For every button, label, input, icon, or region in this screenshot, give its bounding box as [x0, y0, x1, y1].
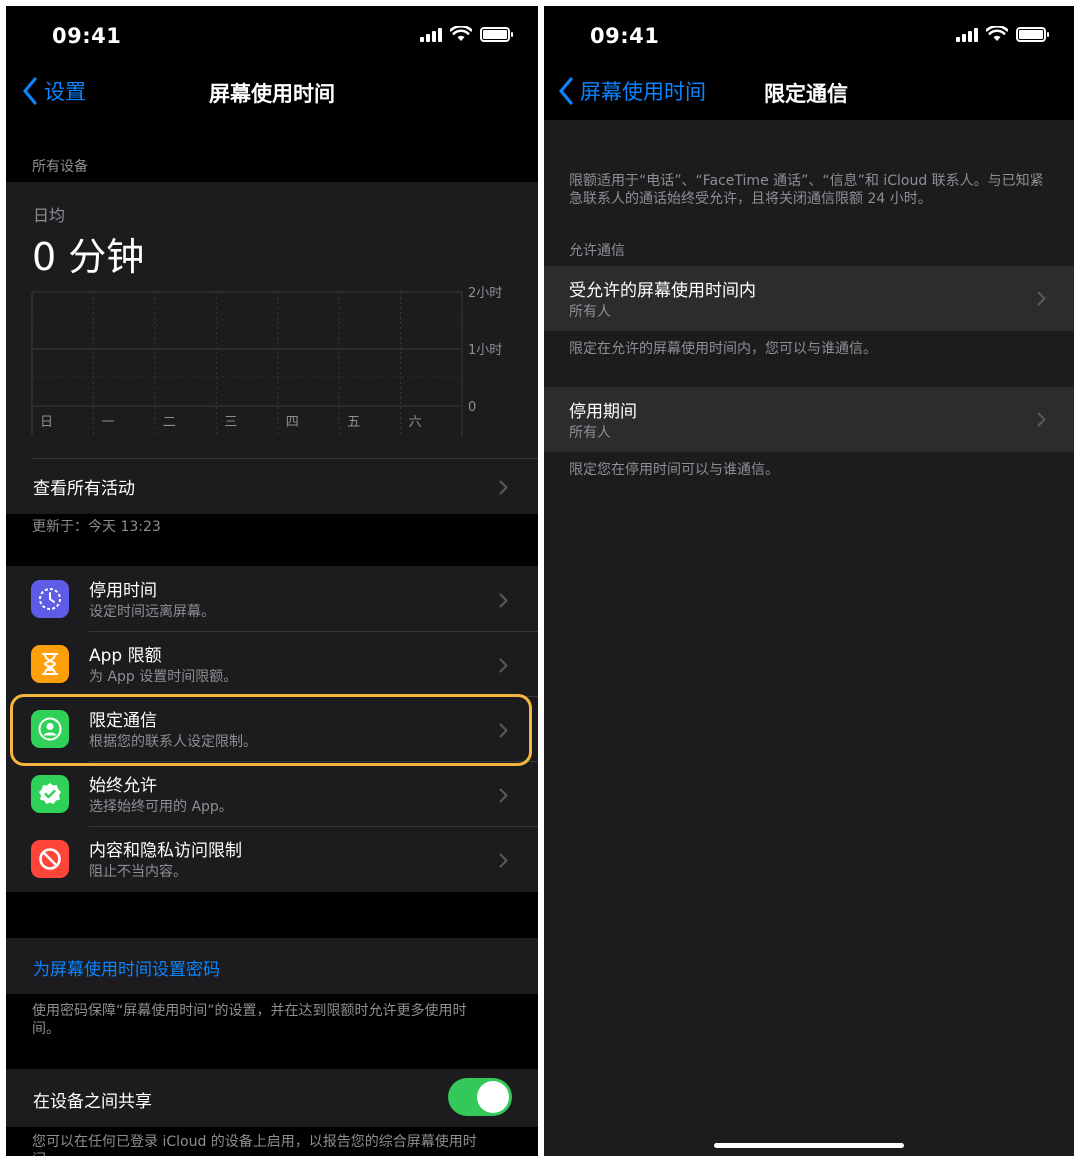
list-item-always-allowed[interactable]: 始终允许 选择始终可用的 App。: [6, 761, 538, 826]
weekly-usage-chart: 2小时 1小时 0 日 一 二 三 四 五 六: [31, 286, 502, 436]
chart-y-tick-label: 1小时: [468, 343, 502, 358]
status-time: 09:41: [52, 24, 122, 48]
status-bar: 09:41: [6, 6, 538, 68]
item-subtitle: 为 App 设置时间限额。: [89, 669, 238, 685]
share-footer: 您可以在任何已登录 iCloud 的设备上启用，以报告您的综合屏幕使用时间。: [32, 1134, 477, 1156]
highlight-frame: [10, 694, 532, 766]
share-across-devices-row: 在设备之间共享: [6, 1069, 538, 1127]
item-subtitle: 阻止不当内容。: [89, 864, 187, 880]
during-screen-time-footer: 限定在允许的屏幕使用时间内，您可以与谁通信。: [569, 341, 877, 357]
cellular-signal-icon: [420, 26, 442, 42]
set-passcode-link[interactable]: 为屏幕使用时间设置密码: [33, 955, 220, 980]
chart-x-tick-label: 六: [409, 415, 422, 430]
chart-x-tick-label: 三: [224, 415, 237, 430]
item-title: App 限额: [89, 646, 162, 666]
battery-icon: [480, 26, 513, 42]
back-label: 屏幕使用时间: [580, 80, 706, 104]
page-title: 限定通信: [764, 82, 848, 106]
item-subtitle: 选择始终可用的 App。: [89, 799, 233, 815]
home-indicator[interactable]: [714, 1143, 904, 1148]
passcode-footer: 使用密码保障“屏幕使用时间”的设置，并在达到限额时允许更多使用时间。: [32, 1003, 467, 1037]
wifi-icon: [450, 26, 472, 41]
wifi-icon: [986, 26, 1008, 41]
allowed-communication-header: 允许通信: [569, 243, 625, 259]
chart-x-tick-label: 二: [163, 415, 176, 430]
share-toggle[interactable]: [448, 1078, 512, 1116]
chevron-left-icon: [559, 77, 573, 105]
chevron-right-icon: [499, 658, 508, 673]
set-passcode-row[interactable]: 为屏幕使用时间设置密码: [6, 938, 538, 994]
chevron-right-icon: [1037, 291, 1046, 306]
cellular-signal-icon: [956, 26, 978, 42]
chevron-right-icon: [499, 788, 508, 803]
chart-x-tick-label: 一: [101, 415, 114, 430]
chevron-right-icon: [499, 853, 508, 868]
checkmark-badge-icon: [31, 775, 69, 813]
item-subtitle: 设定时间远离屏幕。: [89, 604, 215, 620]
divider: [32, 458, 538, 459]
toggle-knob: [477, 1081, 509, 1113]
during-screen-time-row[interactable]: 受允许的屏幕使用时间内 所有人: [544, 266, 1074, 331]
back-button[interactable]: 屏幕使用时间: [558, 76, 706, 106]
battery-icon: [1016, 26, 1049, 42]
during-downtime-label: 停用期间: [569, 402, 637, 422]
communication-limits-screen: 09:41 屏幕使用时间 限定通信 限额适用于“电话”、“FaceTime 通话…: [544, 6, 1074, 1156]
chart-y-tick-label: 0: [468, 400, 476, 415]
chart-y-tick-label: 2小时: [468, 286, 502, 301]
status-bar: 09:41: [544, 6, 1074, 68]
chevron-right-icon: [1037, 412, 1046, 427]
intro-text: 限额适用于“电话”、“FaceTime 通话”、“信息”和 iCloud 联系人…: [569, 173, 1044, 207]
usage-summary-card[interactable]: 日均 0 分钟 2小时 1小时 0 日一二三四五六 查看所有活动: [6, 182, 538, 514]
during-downtime-value: 所有人: [569, 425, 611, 441]
updated-text: 更新于：今天 13:23: [32, 519, 161, 535]
chevron-right-icon: [499, 480, 508, 495]
chevron-right-icon: [499, 593, 508, 608]
all-devices-header: 所有设备: [32, 159, 88, 175]
status-time: 09:41: [590, 24, 660, 48]
nav-bar: 屏幕使用时间 限定通信: [544, 68, 1074, 120]
during-downtime-footer: 限定您在停用时间可以与谁通信。: [569, 462, 779, 478]
screen-time-screen: 09:41 设置 屏幕使用时间 所有设备 日均 0 分钟 2小时 1小时 0 日一二三…: [6, 6, 538, 1156]
hourglass-icon: [31, 645, 69, 683]
share-across-devices-label: 在设备之间共享: [33, 1092, 152, 1112]
downtime-icon: [31, 580, 69, 618]
chart-x-tick-label: 四: [286, 415, 299, 430]
nav-bar: 设置 屏幕使用时间: [6, 68, 538, 120]
chart-x-tick-label: 日: [40, 415, 53, 430]
item-title: 停用时间: [89, 581, 157, 601]
during-downtime-row[interactable]: 停用期间 所有人: [544, 387, 1074, 452]
restriction-icon: [31, 840, 69, 878]
chart-x-tick-label: 五: [347, 415, 360, 430]
during-screen-time-label: 受允许的屏幕使用时间内: [569, 281, 756, 301]
list-item-app-limits[interactable]: App 限额 为 App 设置时间限额。: [6, 631, 538, 696]
view-all-activity-label: 查看所有活动: [33, 479, 135, 499]
item-title: 始终允许: [89, 776, 157, 796]
list-item-downtime[interactable]: 停用时间 设定时间远离屏幕。: [6, 566, 538, 631]
page-title: 屏幕使用时间: [209, 82, 335, 106]
during-screen-time-value: 所有人: [569, 304, 611, 320]
list-item-content-privacy[interactable]: 内容和隐私访问限制 阻止不当内容。: [6, 826, 538, 892]
item-title: 内容和隐私访问限制: [89, 841, 242, 861]
